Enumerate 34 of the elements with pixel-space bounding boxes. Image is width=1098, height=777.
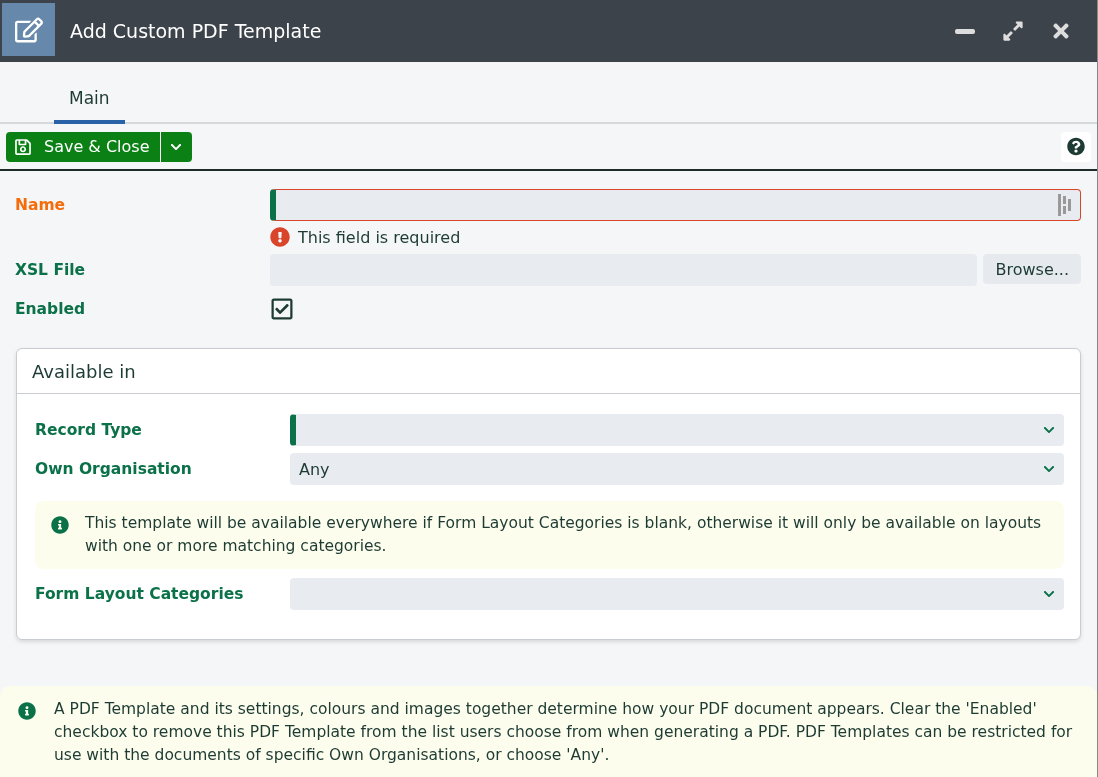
name-field[interactable] — [270, 189, 1081, 221]
select-field[interactable] — [290, 414, 1064, 446]
minimize-icon — [955, 28, 975, 34]
info-icon — [18, 702, 36, 720]
save-close-button[interactable]: Save & Close — [6, 131, 160, 162]
select-field[interactable] — [290, 578, 1064, 610]
field-label: Record Type — [35, 420, 143, 441]
edit-icon — [2, 3, 55, 56]
help-button[interactable] — [1061, 131, 1091, 162]
field-label: Own Organisation — [35, 459, 193, 480]
error-icon — [270, 227, 290, 247]
chevron-icon — [1043, 424, 1055, 436]
window-title: Add Custom PDF Template — [70, 20, 323, 42]
note-text: This template will be available everywhere if Form Layout Categories is blank, otherwise it will only be available on layouts with one or more matching categories. — [85, 513, 1043, 557]
field-label: XSL File — [15, 260, 87, 281]
select-value: Any — [299, 459, 330, 479]
field-label: Name — [15, 195, 67, 216]
browse-button[interactable]: Browse... — [983, 254, 1081, 284]
error-message: This field is required — [298, 227, 461, 247]
field-label: Form Layout Categories — [35, 584, 245, 605]
info-icon — [51, 516, 69, 534]
select-field[interactable]: Any — [290, 453, 1064, 485]
field-label: Enabled — [15, 299, 87, 320]
footer-text: A PDF Template and its settings, colours and images together determine how your PDF document appears. Clear the 'Enabled' checkbox to remove this PDF Template from the list users choose from when generating a PDF. PDF Templates can be restricted for use with the documents of specific Own Organisations, or choose 'Any'. — [54, 699, 1074, 766]
expand-icon — [1002, 20, 1024, 42]
help-icon — [1067, 137, 1085, 156]
tab[interactable]: Main — [54, 88, 125, 124]
bars-icon — [1058, 194, 1072, 216]
dropdown-button[interactable] — [159, 131, 192, 162]
save-icon — [14, 137, 32, 156]
checkbox[interactable] — [270, 297, 294, 321]
chevron-icon — [1043, 463, 1055, 475]
section-title: Available in — [17, 349, 1080, 394]
chevron-icon — [1043, 588, 1055, 600]
